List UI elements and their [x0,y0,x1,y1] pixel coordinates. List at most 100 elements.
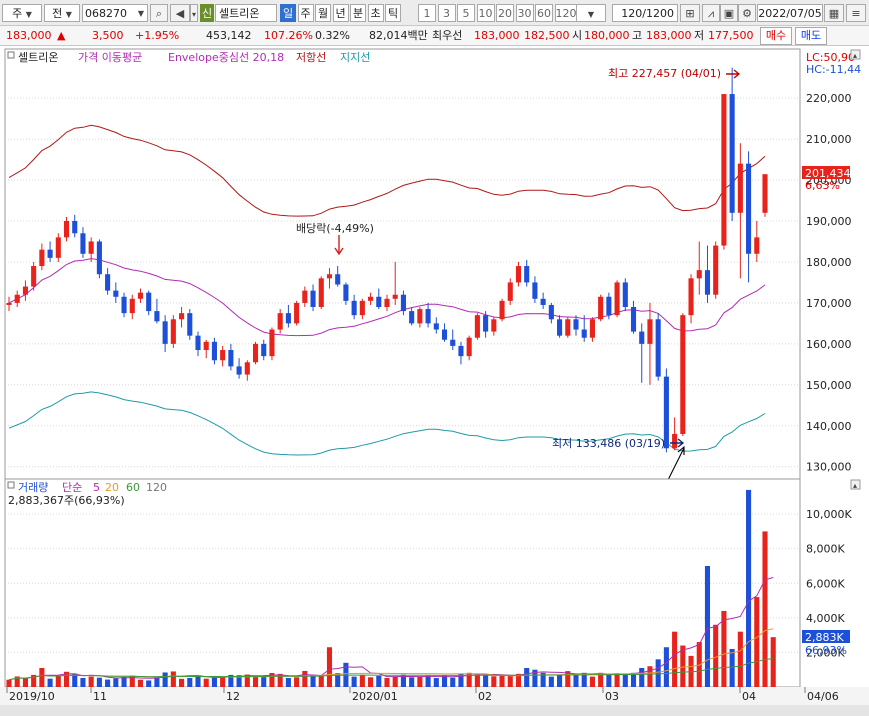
settings-button[interactable]: ⚙ [738,4,756,22]
candle-body [614,282,620,316]
candle-body [499,300,505,320]
volume-bar [639,667,645,687]
y-tick-label: 130,000 [806,461,852,474]
candle-body [540,298,546,305]
period-button[interactable]: 분 [350,4,366,22]
interval-button[interactable]: 5 [457,4,475,22]
low-price: 177,500 [708,29,754,42]
code-input[interactable]: 068270 ▼ [82,4,148,22]
count-input[interactable]: 120/1200 [612,4,678,22]
legend-volume-p4: 120 [146,481,167,494]
mode-select[interactable]: 주 ▼ [2,4,42,22]
grid-button[interactable]: ⊞ [680,4,700,22]
candle [565,317,571,338]
period-button[interactable]: 월 [315,4,331,22]
candle-body [335,274,341,285]
interval-button[interactable]: 60 [535,4,553,22]
turnover-value: 0.32% [315,29,350,42]
candle [252,341,259,365]
stock-chart[interactable]: 220,000210,000200,000190,000180,000170,0… [0,46,869,716]
candle [614,280,620,318]
candle-body [672,433,678,449]
volume-bar [409,677,415,687]
candle-body [162,321,168,344]
interval-button[interactable]: 10 [476,4,495,22]
x-tick-label: 12 [226,690,240,703]
amount-value: 82,014백만 [369,29,428,42]
period-button[interactable]: 년 [332,4,349,22]
save-button[interactable]: ▣ [720,4,738,22]
change-value: 3,500 [92,29,124,42]
candle-body [261,343,267,357]
volume-bar [384,678,390,687]
current-price: 183,000 [6,29,52,42]
candle-body [31,266,37,287]
candle-body [351,300,357,316]
quote-bar: 183,000 ▲ 3,500 +1.95% 453,142 107.26% 0… [0,26,869,46]
period-button[interactable]: 틱 [385,4,401,22]
legend-envelope: Envelope중심선 20,18 [168,51,284,64]
volume-bar [359,674,365,687]
period-button[interactable]: 초 [367,4,384,22]
interval-button[interactable]: 30 [515,4,534,22]
buy-button[interactable]: 매수 [760,27,792,45]
candle-body [129,298,135,314]
market-select[interactable]: 전 ▼ [44,4,80,22]
up-triangle-icon: ▲ [57,29,66,42]
volume-bar [326,647,333,687]
date-input[interactable]: 2022/07/05 [757,4,823,22]
grid-icon: ⊞ [685,7,695,20]
sell-button[interactable]: 매도 [795,27,827,45]
volume-bar [754,597,760,687]
interval-button[interactable]: 120 [554,4,577,22]
ask-price: 183,000 [474,29,520,42]
interval-button[interactable]: 1 [418,4,436,22]
high-label: 고 [632,29,643,42]
volume-ratio: 107.26% [264,29,313,42]
candle-body [441,329,448,340]
candle-body [433,323,439,330]
candle-body [474,315,480,338]
candle-body [80,233,86,254]
candle-body [187,313,193,336]
search-button[interactable]: ⌕ [150,4,168,22]
calendar-button[interactable]: ▦ [824,4,844,22]
candle-body [721,94,727,246]
candle-body [137,292,144,299]
interval-button[interactable]: 20 [496,4,514,22]
candle-body [269,329,275,357]
stock-name-field: 셀트리온 [215,4,277,22]
open-label: 시 [572,29,583,42]
candle [762,174,768,217]
open-price: 180,000 [584,29,630,42]
candle [474,313,480,340]
toolbar: 주 ▼ 전 ▼ 068270 ▼ ⌕ ◀ ▾ 신 셀트리온 일주월년분초틱 135… [0,0,869,26]
period-button[interactable]: 일 [280,4,296,22]
candle-body [63,221,70,238]
volume-bar [573,673,579,687]
candle [31,261,37,291]
chart-scrollbar[interactable] [0,705,869,716]
interval-button[interactable]: 3 [437,4,456,22]
candle-body [754,237,760,254]
chart-tool-button[interactable]: ⩘ [702,4,720,22]
candle-body [359,300,365,316]
candle-body [47,249,53,258]
sound-dropdown[interactable]: ▾ [190,4,198,22]
badge-label: 신 [201,7,213,20]
interval-dropdown[interactable]: ▼ [576,4,606,22]
volume-bar [524,667,530,687]
hc-label: HC:-11,44 [806,63,861,76]
menu-button[interactable]: ≡ [846,4,866,22]
volume-bar [663,647,669,687]
period-button[interactable]: 주 [297,4,314,22]
candle-body [252,343,259,363]
candle-body [532,282,538,299]
candle-body [688,278,694,316]
volume-bar [187,678,193,687]
candle-body [39,249,45,267]
volume-bar [557,674,563,687]
candle-body [105,274,111,291]
sound-button[interactable]: ◀ [170,4,190,22]
candle-body [491,319,497,332]
